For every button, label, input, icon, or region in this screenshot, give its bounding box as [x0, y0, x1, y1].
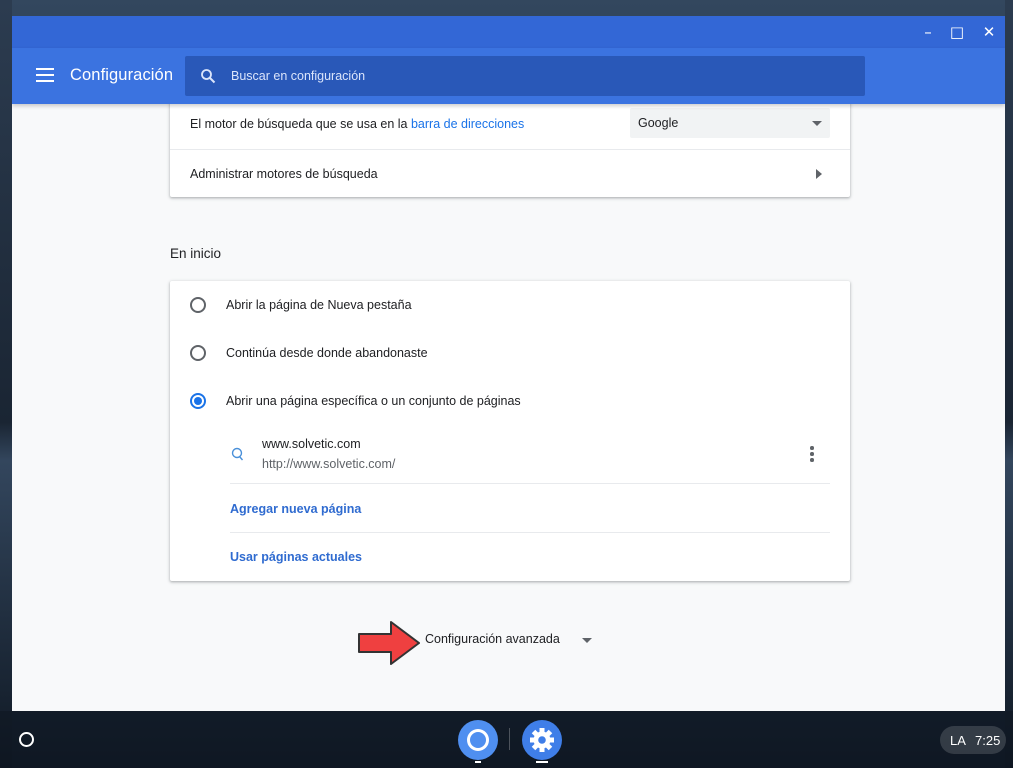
launcher-button[interactable] [19, 732, 34, 747]
close-button[interactable]: ✕ [978, 22, 1000, 42]
add-page-row: Agregar nueva página [170, 484, 850, 532]
more-options-icon[interactable] [809, 446, 815, 462]
clock: 7:25 [975, 733, 1001, 748]
startup-option-row[interactable]: Abrir una página específica o un conjunt… [170, 377, 850, 425]
window-titlebar: – □ ✕ [12, 16, 1005, 48]
search-input[interactable] [231, 56, 851, 96]
search-icon [201, 69, 216, 84]
search-engine-dropdown[interactable]: Google [630, 108, 830, 138]
startup-page-entry: www.solvetic.com http://www.solvetic.com… [170, 425, 850, 483]
startup-page-title: www.solvetic.com [262, 437, 361, 451]
manage-search-engines-row[interactable]: Administrar motores de búsqueda [170, 150, 850, 197]
startup-option-row[interactable]: Continúa desde donde abandonaste [170, 329, 850, 377]
chrome-icon[interactable] [457, 719, 499, 761]
add-new-page-link[interactable]: Agregar nueva página [230, 502, 361, 516]
red-arrow-annotation-icon [358, 621, 420, 665]
settings-running-indicator [536, 761, 548, 763]
radio-label-continue: Continúa desde donde abandonaste [226, 346, 428, 360]
expand-caret-icon [582, 638, 592, 643]
radio-specific-pages[interactable] [190, 393, 206, 409]
startup-page-url: http://www.solvetic.com/ [262, 457, 396, 471]
desktop-wallpaper-right [1005, 0, 1013, 768]
use-current-pages-link[interactable]: Usar páginas actuales [230, 550, 362, 564]
settings-icon[interactable] [521, 719, 563, 761]
use-current-pages-row: Usar páginas actuales [170, 533, 850, 581]
manage-search-engines-label: Administrar motores de búsqueda [190, 167, 378, 181]
section-title-startup: En inicio [170, 246, 222, 261]
shelf: LA 7:25 [0, 711, 1013, 768]
chevron-right-icon [816, 169, 822, 179]
chrome-running-indicator [475, 761, 481, 763]
shelf-separator [509, 728, 510, 750]
radio-continue[interactable] [190, 345, 206, 361]
settings-content: El motor de búsqueda que se usa en la ba… [12, 96, 1005, 711]
input-language: LA [950, 733, 966, 748]
desktop-wallpaper-left [0, 0, 12, 768]
hamburger-menu-icon[interactable] [36, 68, 54, 82]
settings-toolbar: Configuración [12, 48, 1005, 104]
radio-label-specific-pages: Abrir una página específica o un conjunt… [226, 394, 521, 408]
minimize-button[interactable]: – [917, 22, 939, 42]
advanced-settings-label: Configuración avanzada [425, 632, 560, 646]
address-bar-link[interactable]: barra de direcciones [411, 117, 524, 131]
maximize-button[interactable]: □ [946, 22, 968, 42]
startup-option-row[interactable]: Abrir la página de Nueva pestaña [170, 281, 850, 329]
page-title: Configuración [70, 66, 174, 84]
search-engine-card: El motor de búsqueda que se usa en la ba… [170, 96, 850, 197]
advanced-settings-button[interactable]: Configuración avanzada [425, 632, 592, 646]
settings-window: – □ ✕ Configuración El motor de búsqueda… [12, 16, 1005, 711]
search-engine-label: El motor de búsqueda que se usa en la ba… [190, 117, 525, 131]
search-engine-selected: Google [638, 116, 679, 130]
status-tray[interactable]: LA 7:25 [940, 726, 1006, 754]
dropdown-caret-icon [812, 121, 822, 126]
radio-new-tab[interactable] [190, 297, 206, 313]
site-favicon-icon [231, 447, 244, 461]
radio-label-new-tab: Abrir la página de Nueva pestaña [226, 298, 412, 312]
search-box[interactable] [185, 56, 865, 96]
startup-card: Abrir la página de Nueva pestaña Continú… [170, 281, 850, 581]
